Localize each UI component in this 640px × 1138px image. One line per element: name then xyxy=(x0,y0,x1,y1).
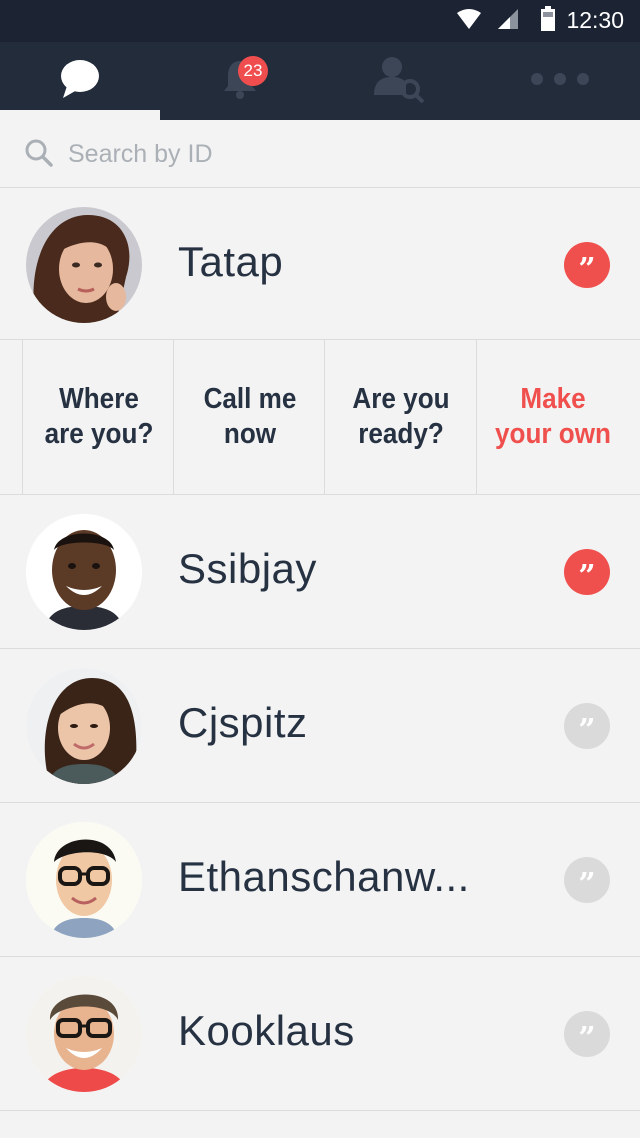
signal-icon xyxy=(496,8,520,35)
user-search-icon xyxy=(374,55,426,108)
avatar xyxy=(26,207,142,323)
battery-icon xyxy=(540,6,556,37)
quote-icon: ” xyxy=(578,713,596,748)
contact-name: Cjspitz xyxy=(178,699,308,746)
wifi-icon xyxy=(456,8,482,35)
quick-reply-label: Where are you? xyxy=(44,383,153,450)
quick-reply-button[interactable]: ” xyxy=(564,242,610,288)
quick-reply-label: Make your own xyxy=(494,383,611,450)
chat-bubble-icon xyxy=(59,58,101,105)
contact-row[interactable]: Tatap ” xyxy=(0,188,640,340)
notification-badge: 23 xyxy=(238,56,268,86)
quick-reply-are-you-ready[interactable]: Are you ready? xyxy=(324,340,476,494)
tab-find-friends[interactable] xyxy=(320,42,480,120)
contact-name: Kooklaus xyxy=(178,1007,355,1054)
quick-reply-button[interactable]: ” xyxy=(564,549,610,595)
avatar xyxy=(26,668,142,784)
contact-name: Ssibjay xyxy=(178,545,317,592)
avatar xyxy=(26,822,142,938)
tab-bar: 23 xyxy=(0,42,640,120)
quick-reply-label: Are you ready? xyxy=(351,383,450,450)
search-icon xyxy=(24,138,54,173)
status-time: 12:30 xyxy=(566,7,624,33)
quick-reply-label: Call me now xyxy=(203,383,296,450)
quick-reply-button[interactable]: ” xyxy=(564,1011,610,1057)
quote-icon: ” xyxy=(578,559,596,594)
quick-reply-make-your-own[interactable]: Make your own xyxy=(476,340,628,494)
contact-row[interactable]: Kooklaus ” xyxy=(0,957,640,1111)
status-bar: 12:30 xyxy=(0,0,640,42)
contact-name: Ethanschanw... xyxy=(178,853,470,900)
contact-row[interactable]: Cjspitz ” xyxy=(0,649,640,803)
contact-row[interactable]: Ethanschanw... ” xyxy=(0,803,640,957)
quote-icon: ” xyxy=(578,1021,596,1056)
quick-reply-button[interactable]: ” xyxy=(564,703,610,749)
avatar xyxy=(26,514,142,630)
quick-reply-button[interactable]: ” xyxy=(564,857,610,903)
quick-reply-call-me-now[interactable]: Call me now xyxy=(173,340,325,494)
search-bar xyxy=(0,120,640,188)
quick-replies-panel: Where are you? Call me now Are you ready… xyxy=(0,340,640,495)
tab-notifications[interactable] xyxy=(160,42,320,120)
contact-name: Tatap xyxy=(178,238,284,285)
tab-more[interactable] xyxy=(480,42,640,120)
quick-reply-where-are-you[interactable]: Where are you? xyxy=(22,340,174,494)
quote-icon: ” xyxy=(578,867,596,902)
search-input[interactable] xyxy=(68,134,608,174)
avatar xyxy=(26,976,142,1092)
tab-chats[interactable] xyxy=(0,42,160,120)
more-dots-icon xyxy=(530,72,590,91)
quote-icon: ” xyxy=(578,252,596,287)
contact-row[interactable]: Ssibjay ” xyxy=(0,495,640,649)
